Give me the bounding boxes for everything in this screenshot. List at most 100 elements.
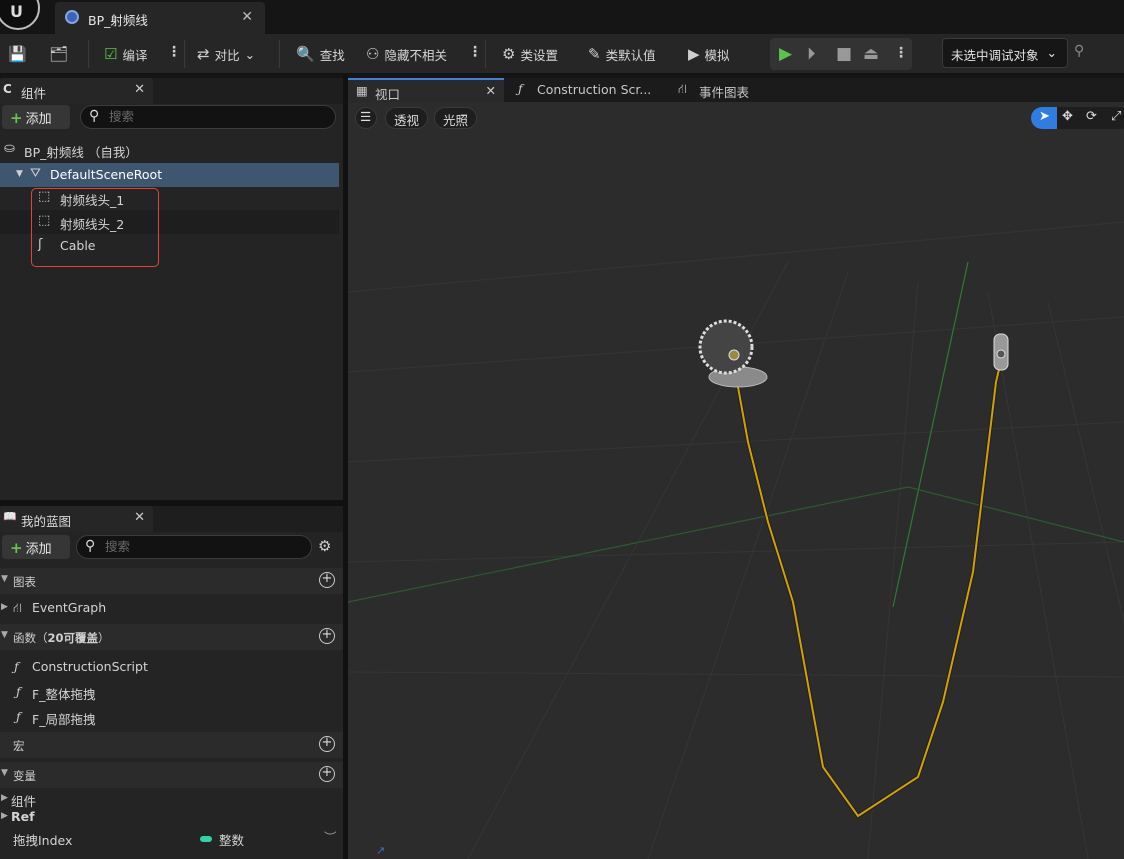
item-label: Ref [11, 809, 35, 824]
variable-name: 拖拽Index [13, 833, 73, 848]
add-component-button[interactable]: + 添加 [2, 105, 70, 129]
section-label: 函数（20可覆盖） [13, 631, 110, 645]
perspective-button[interactable]: 透视 [385, 107, 429, 129]
function-icon: ƒ [14, 659, 19, 674]
collapse-icon: ▶ [1, 811, 8, 821]
components-panel: +添加 ⚲ ⛀ BP_射频线 （自我） ▼ ⛛ DefaultSceneRoot… [0, 104, 343, 500]
variable-row[interactable]: 拖拽Index 整数 ︶ [0, 827, 343, 851]
blueprint-search[interactable]: ⚲ [76, 535, 312, 559]
eject-icon[interactable]: ⏏ [863, 44, 879, 64]
tab-construction-script[interactable]: ƒ Construction Scr... [510, 78, 660, 102]
function-icon: ƒ [16, 709, 21, 724]
add-variable-icon[interactable]: + [319, 766, 335, 782]
browse-button[interactable]: 🗂 [49, 42, 68, 66]
hide-unrelated-label: 隐藏不相关 [384, 47, 447, 63]
search-input[interactable] [105, 539, 305, 554]
move-icon[interactable]: ✥ [1062, 109, 1073, 124]
save-button[interactable]: 💾 [8, 42, 27, 66]
expand-icon: ▼ [16, 169, 23, 179]
expand-icon: ▼ [1, 574, 8, 584]
add-label: 添加 [25, 542, 52, 557]
add-function-icon[interactable]: + [319, 628, 335, 644]
rotate-icon[interactable]: ⟳ [1086, 109, 1097, 124]
list-item-function[interactable]: ƒ ConstructionScript [0, 655, 343, 679]
book-icon: 📖 [3, 510, 17, 523]
item-label: F_整体拖拽 [32, 687, 96, 702]
components-icon: C [3, 82, 12, 96]
simulate-button[interactable]: ▶ 模拟 [688, 42, 730, 66]
viewport-menu-button[interactable]: ☰ [355, 107, 377, 129]
stop-icon[interactable]: ■ [836, 44, 852, 64]
section-variables[interactable]: ▼ 变量 + [0, 762, 343, 788]
find-button[interactable]: 🔍 查找 [296, 42, 345, 66]
compile-button[interactable]: ☑ 编译 [104, 42, 147, 66]
more-options-icon[interactable]: ⋮ [468, 44, 482, 60]
unreal-logo-icon[interactable]: U [0, 0, 40, 30]
section-graphs[interactable]: ▼ 图表 + [0, 568, 343, 594]
cable-mesh [737, 351, 1004, 818]
search-input[interactable] [109, 109, 309, 124]
compile-check-icon: ☑ [104, 45, 118, 63]
diff-button[interactable]: ⇄ 对比 ⌄ [197, 42, 255, 66]
gear-icon[interactable]: ⚙ [318, 537, 331, 555]
variable-group[interactable]: ▶ Ref [0, 807, 343, 825]
variable-group[interactable]: ▶ 组件 [0, 789, 343, 809]
document-tab[interactable]: BP_射频线 ✕ [55, 2, 265, 34]
close-icon[interactable]: ✕ [134, 82, 145, 97]
lighting-button[interactable]: 光照 [434, 107, 478, 129]
transform-tools: ➤ ✥ ⟳ ⤢ [1031, 107, 1124, 129]
play-icon[interactable]: ▶ [779, 44, 792, 64]
components-panel-header: C 组件 ✕ [0, 78, 343, 104]
components-search[interactable]: ⚲ [80, 105, 336, 129]
find-icon: 🔍 [296, 45, 315, 63]
save-icon: 💾 [8, 45, 27, 63]
compile-options-icon[interactable]: ⋮ [167, 44, 181, 60]
viewport-tab-bar: ▦ 视口 ✕ ƒ Construction Scr... ⛙ 事件图表 [348, 78, 1124, 102]
viewport[interactable]: ↗ ☰ 透视 光照 ➤ ✥ ⟳ ⤢ [348, 102, 1124, 859]
lighting-label: 光照 [443, 113, 469, 128]
section-functions[interactable]: ▼ 函数（20可覆盖） + [0, 624, 343, 650]
add-graph-icon[interactable]: + [319, 572, 335, 588]
tree-row-self[interactable]: ⛀ BP_射频线 （自我） [0, 138, 339, 162]
tab-label: Construction Scr... [537, 82, 652, 97]
debug-filter-icon[interactable]: ⚲ [1074, 43, 1084, 59]
play-options-icon[interactable]: ⋮ [894, 45, 908, 61]
list-item-function[interactable]: ƒ F_整体拖拽 [0, 680, 343, 704]
close-icon[interactable]: ✕ [486, 83, 496, 98]
hide-unrelated-button[interactable]: ⚇ 隐藏不相关 [366, 42, 447, 66]
tab-viewport[interactable]: ▦ 视口 ✕ [348, 78, 504, 102]
tab-event-graph[interactable]: ⛙ 事件图表 [670, 78, 800, 102]
tree-row-default-scene-root[interactable]: ▼ ⛛ DefaultSceneRoot [0, 163, 339, 187]
hamburger-icon: ☰ [360, 109, 372, 124]
list-item-function[interactable]: ƒ F_局部拖拽 [0, 705, 343, 729]
debug-object-select[interactable]: 未选中调试对象 ⌄ [942, 38, 1068, 68]
tab-my-blueprint[interactable]: 📖 我的蓝图 ✕ [0, 506, 153, 532]
section-macros[interactable]: 宏 + [0, 732, 343, 758]
class-defaults-label: 类默认值 [605, 47, 656, 63]
close-icon[interactable]: ✕ [241, 9, 253, 25]
tab-label: 视口 [375, 87, 401, 102]
item-label: ConstructionScript [32, 659, 148, 674]
scene-root-icon: ⛛ [30, 166, 41, 181]
perspective-label: 透视 [394, 113, 420, 128]
visibility-icon[interactable]: ︶ [324, 827, 337, 846]
tab-components[interactable]: C 组件 ✕ [0, 78, 153, 104]
add-macro-icon[interactable]: + [319, 736, 335, 752]
blueprint-icon [65, 10, 79, 24]
select-tool[interactable]: ➤ [1031, 107, 1057, 129]
variable-type[interactable]: 整数 [219, 830, 244, 849]
list-item-event-graph[interactable]: ▶ ⛙ EventGraph [0, 596, 343, 620]
highlight-annotation [31, 188, 159, 267]
step-icon[interactable]: ⏵ [807, 44, 816, 64]
item-label: EventGraph [32, 600, 107, 615]
class-defaults-button[interactable]: ✎ 类默认值 [588, 42, 656, 66]
diff-label: 对比 [214, 47, 240, 63]
close-icon[interactable]: ✕ [134, 510, 145, 525]
class-settings-button[interactable]: ⚙ 类设置 [502, 42, 558, 66]
add-member-button[interactable]: + 添加 [2, 535, 70, 559]
scale-icon[interactable]: ⤢ [1111, 109, 1121, 124]
my-blueprint-title: 我的蓝图 [21, 514, 72, 529]
compile-label: 编译 [122, 47, 148, 63]
chevron-down-icon: ⌄ [1046, 45, 1057, 60]
my-blueprint-panel: +添加 ⚲ ⚙ ▼ 图表 + ▶ ⛙ EventGraph ▼ 函数（20可覆盖… [0, 532, 343, 859]
